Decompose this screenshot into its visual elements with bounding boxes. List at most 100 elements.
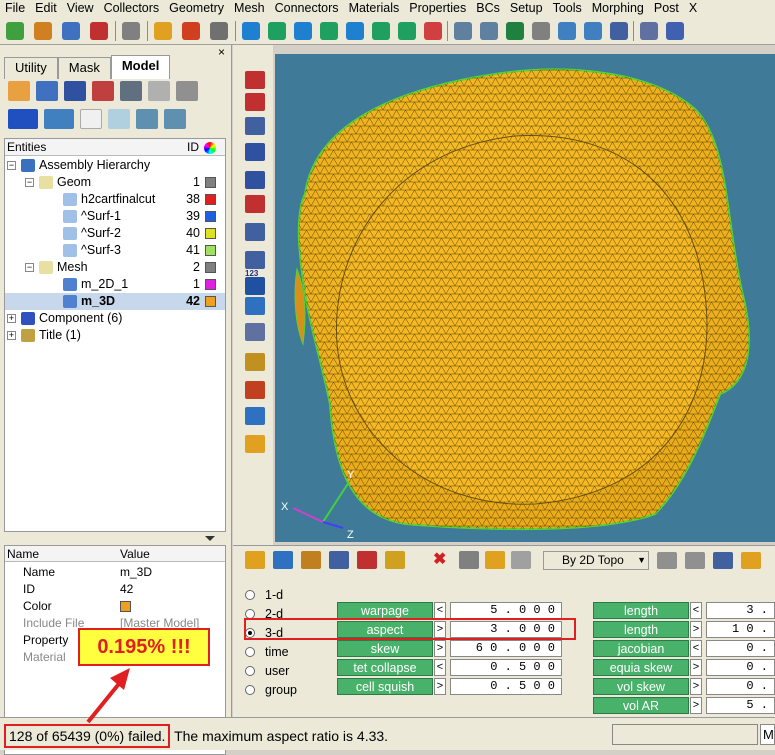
show-one-icon[interactable] — [164, 109, 186, 129]
menu-geometry[interactable]: Geometry — [164, 0, 229, 17]
panel-tool-icon[interactable] — [301, 551, 321, 569]
entity-view-icon[interactable] — [8, 81, 30, 101]
toolbar-tool-icon[interactable] — [320, 22, 338, 40]
radio-user[interactable]: user — [243, 662, 333, 680]
menu-materials[interactable]: Materials — [344, 0, 405, 17]
toolbar-tool-icon[interactable] — [506, 22, 524, 40]
property-value[interactable]: m_3D — [120, 564, 152, 581]
comparison-toggle[interactable]: > — [690, 678, 702, 695]
expand-icon[interactable]: + — [7, 314, 16, 323]
isolate-icon[interactable] — [108, 109, 130, 129]
radio-1-d[interactable]: 1-d — [243, 586, 333, 604]
collapse-icon[interactable]: − — [25, 178, 34, 187]
check-warpage-button[interactable]: warpage — [337, 602, 433, 619]
color-swatch[interactable] — [205, 262, 216, 273]
color-swatch[interactable] — [205, 177, 216, 188]
comparison-toggle[interactable]: > — [690, 621, 702, 638]
panel-tool-icon[interactable] — [245, 551, 265, 569]
assembly-view-icon[interactable] — [36, 81, 58, 101]
tab-model[interactable]: Model — [110, 55, 171, 79]
collector-view-icon[interactable] — [92, 81, 114, 101]
check-vol-AR-button[interactable]: vol AR — [593, 697, 689, 714]
tree-row[interactable]: − Geom 1 — [5, 174, 225, 191]
check-vol-skew-button[interactable]: vol skew — [593, 678, 689, 695]
close-icon[interactable]: × — [218, 45, 225, 59]
threshold-input[interactable]: 6 0 . 0 0 0 — [450, 640, 562, 657]
toolbar-tool-icon[interactable] — [584, 22, 602, 40]
toolbar-tool-icon[interactable] — [6, 22, 24, 40]
radio-time[interactable]: time — [243, 643, 333, 661]
comparison-toggle[interactable]: < — [690, 640, 702, 657]
panel-tool-icon[interactable] — [657, 552, 677, 569]
tree-row[interactable]: − Assembly Hierarchy — [5, 157, 225, 174]
tree-row[interactable]: m_2D_1 1 — [5, 276, 225, 293]
toolbar-tool-icon[interactable] — [610, 22, 628, 40]
view-tool-icon[interactable] — [245, 171, 265, 189]
threshold-input[interactable]: 0 . 5 0 0 — [450, 659, 562, 676]
delete-icon[interactable]: ✖ — [433, 549, 446, 569]
radio-circle-icon[interactable] — [245, 647, 255, 657]
menu-file[interactable]: File — [0, 0, 30, 17]
threshold-input[interactable]: 3 . — [706, 602, 775, 619]
panel-tool-icon[interactable] — [713, 552, 733, 569]
color-swatch[interactable] — [205, 279, 216, 290]
menu-mesh[interactable]: Mesh — [229, 0, 270, 17]
toolbar-tool-icon[interactable] — [242, 22, 260, 40]
toolbar-tool-icon[interactable] — [480, 22, 498, 40]
threshold-input[interactable]: 0 . 5 0 0 — [450, 678, 562, 695]
panel-tool-icon[interactable] — [329, 551, 349, 569]
view-tool-icon[interactable] — [245, 143, 265, 161]
toolbar-tool-icon[interactable] — [454, 22, 472, 40]
show-hide-icon[interactable] — [136, 109, 158, 129]
toolbar-tool-icon[interactable] — [210, 22, 228, 40]
view-tool-icon[interactable] — [245, 353, 265, 371]
check-jacobian-button[interactable]: jacobian — [593, 640, 689, 657]
menu-connectors[interactable]: Connectors — [270, 0, 344, 17]
radio-circle-icon[interactable] — [245, 666, 255, 676]
menu-bcs[interactable]: BCs — [471, 0, 505, 17]
menu-tools[interactable]: Tools — [548, 0, 587, 17]
view-tool-icon[interactable] — [245, 277, 265, 295]
radio-circle-icon[interactable] — [245, 685, 255, 695]
menu-properties[interactable]: Properties — [404, 0, 471, 17]
load-view-icon[interactable] — [176, 81, 198, 101]
material-view-icon[interactable] — [148, 81, 170, 101]
view-tool-icon[interactable] — [245, 195, 265, 213]
tree-row[interactable]: + Component (6) — [5, 310, 225, 327]
comparison-toggle[interactable]: < — [690, 602, 702, 619]
panel-tool-icon[interactable] — [685, 552, 705, 569]
view-tool-icon[interactable] — [245, 435, 265, 453]
toolbar-tool-icon[interactable] — [268, 22, 286, 40]
menu-edit[interactable]: Edit — [30, 0, 62, 17]
menu-view[interactable]: View — [62, 0, 99, 17]
comparison-toggle[interactable]: < — [434, 602, 446, 619]
panel-tool-icon[interactable] — [511, 551, 531, 569]
topology-dropdown[interactable]: By 2D Topo ▼ — [543, 551, 649, 570]
collapse-icon[interactable]: − — [25, 263, 34, 272]
toolbar-tool-icon[interactable] — [398, 22, 416, 40]
menu-x[interactable]: X — [684, 0, 702, 17]
tree-row[interactable]: ^Surf-2 40 — [5, 225, 225, 242]
panel-tool-icon[interactable] — [459, 551, 479, 569]
toolbar-tool-icon[interactable] — [182, 22, 200, 40]
toolbar-tool-icon[interactable] — [34, 22, 52, 40]
toolbar-tool-icon[interactable] — [62, 22, 80, 40]
toolbar-tool-icon[interactable] — [346, 22, 364, 40]
toolbar-tool-icon[interactable] — [532, 22, 550, 40]
comparison-toggle[interactable]: > — [434, 640, 446, 657]
view-tool-icon[interactable] — [245, 71, 265, 89]
toolbar-tool-icon[interactable] — [154, 22, 172, 40]
tree-row[interactable]: − Mesh 2 — [5, 259, 225, 276]
tree-row[interactable]: + Title (1) — [5, 327, 225, 344]
splitter-arrow-icon[interactable] — [205, 536, 215, 541]
threshold-input[interactable]: 0 . — [706, 678, 775, 695]
threshold-input[interactable]: 5 . — [706, 697, 775, 714]
collapse-icon[interactable]: − — [7, 161, 16, 170]
tree-row[interactable]: h2cartfinalcut 38 — [5, 191, 225, 208]
cursor-icon[interactable] — [80, 109, 102, 129]
threshold-input[interactable]: 0 . — [706, 640, 775, 657]
view-tool-icon[interactable] — [245, 223, 265, 241]
view-tool-icon[interactable] — [245, 323, 265, 341]
color-swatch[interactable] — [205, 211, 216, 222]
menu-post[interactable]: Post — [649, 0, 684, 17]
